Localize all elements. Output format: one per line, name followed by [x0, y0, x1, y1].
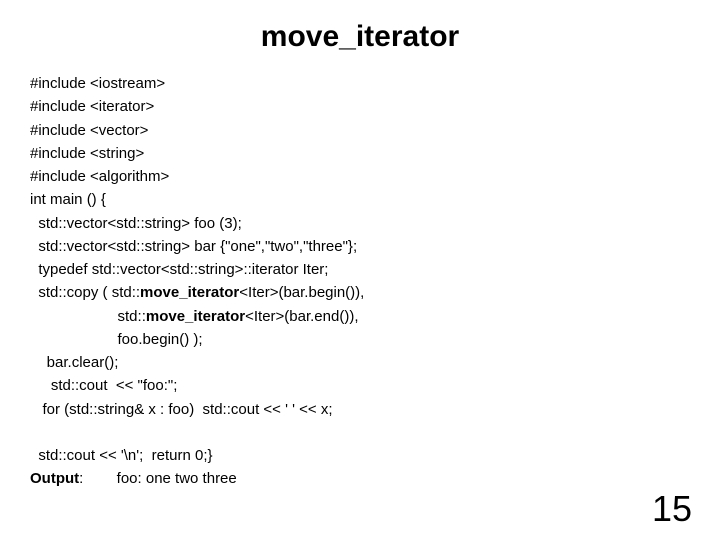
- output-line: Output: foo: one two three: [30, 470, 237, 487]
- slide: move_iterator #include <iostream> #inclu…: [0, 0, 720, 540]
- code-line: bar.clear();: [30, 354, 118, 371]
- code-line: int main () {: [30, 191, 106, 208]
- output-label: Output: [30, 470, 79, 487]
- code-bold: move_iterator: [140, 284, 239, 301]
- code-line: std::vector<std::string> bar {"one","two…: [30, 238, 357, 255]
- code-line: foo.begin() );: [30, 331, 203, 348]
- code-line: typedef std::vector<std::string>::iterat…: [30, 261, 328, 278]
- code-line: std::vector<std::string> foo (3);: [30, 215, 242, 232]
- code-line: #include <iterator>: [30, 98, 154, 115]
- code-line: std::move_iterator<Iter>(bar.end()),: [30, 308, 358, 325]
- code-line: for (std::string& x : foo) std::cout << …: [30, 401, 333, 418]
- code-line: std::cout << "foo:";: [30, 377, 177, 394]
- code-block: #include <iostream> #include <iterator> …: [30, 72, 690, 491]
- page-number: 15: [652, 488, 692, 530]
- code-text: <Iter>(bar.begin()),: [239, 284, 364, 301]
- code-line: #include <vector>: [30, 122, 148, 139]
- code-text: <Iter>(bar.end()),: [245, 308, 358, 325]
- slide-title: move_iterator: [30, 20, 690, 54]
- code-line: #include <iostream>: [30, 75, 165, 92]
- code-line: #include <string>: [30, 145, 144, 162]
- output-text: : foo: one two three: [79, 470, 237, 487]
- code-line: #include <algorithm>: [30, 168, 169, 185]
- code-line: std::cout << '\n'; return 0;}: [30, 447, 213, 464]
- code-line: std::copy ( std::move_iterator<Iter>(bar…: [30, 284, 364, 301]
- code-bold: move_iterator: [146, 308, 245, 325]
- code-text: std::: [30, 308, 146, 325]
- code-text: std::copy ( std::: [30, 284, 140, 301]
